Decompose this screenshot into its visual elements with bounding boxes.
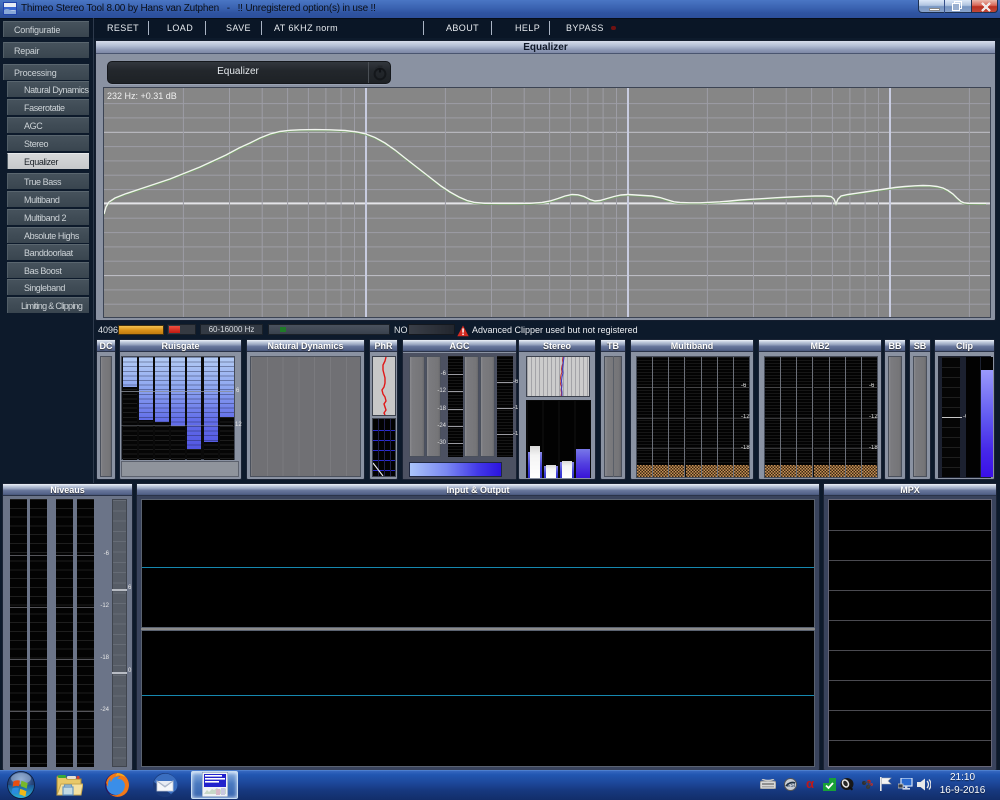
svg-text:ESI: ESI — [787, 783, 795, 789]
